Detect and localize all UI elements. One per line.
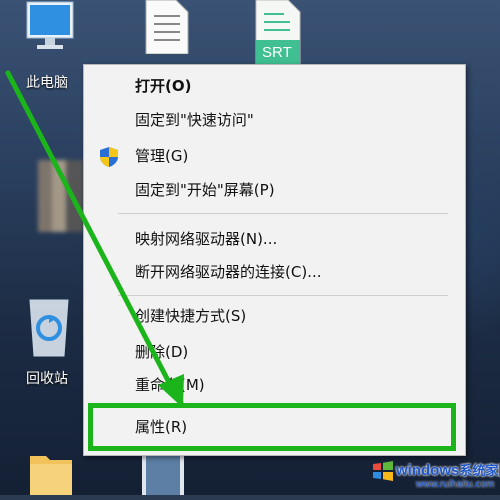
desktop-icon-image-file[interactable] (140, 452, 186, 495)
menu-separator (118, 295, 448, 296)
uac-shield-icon (100, 147, 118, 167)
menu-item-delete[interactable]: 删除(D) (84, 337, 465, 367)
menu-item-label: 管理(G) (135, 147, 189, 165)
watermark-url: www.ruihaitu.com (416, 479, 495, 490)
this-pc-label: 此电脑 (26, 75, 68, 91)
menu-item-open[interactable]: 打开(O) (84, 71, 465, 101)
menu-item-label: 删除(D) (135, 343, 189, 361)
desktop-icon-document[interactable] (142, 0, 190, 55)
folder-icon (30, 456, 72, 495)
menu-item-disconnect-network-drive[interactable]: 断开网络驱动器的连接(C)... (84, 257, 465, 287)
menu-item-pin-quick-access[interactable]: 固定到"快速访问" (84, 105, 465, 135)
blurred-desktop-icon (38, 160, 84, 232)
desktop-icon-this-pc[interactable]: 此电脑 (10, 0, 88, 91)
menu-item-rename[interactable]: 重命名(M) (84, 370, 465, 400)
menu-item-pin-start[interactable]: 固定到"开始"屏幕(P) (84, 175, 465, 205)
properties-highlight-box (88, 403, 456, 451)
watermark-brand: windows (396, 462, 460, 479)
menu-item-label: 重命名(M) (135, 376, 205, 394)
desktop-icon-folder[interactable] (28, 448, 74, 495)
menu-item-map-network-drive[interactable]: 映射网络驱动器(N)... (84, 224, 465, 254)
recycle-bin-label: 回收站 (26, 371, 68, 387)
srt-label: SRT (262, 44, 292, 61)
image-file-icon (142, 452, 184, 495)
menu-item-label: 打开(O) (135, 77, 192, 95)
monitor-icon (26, 1, 74, 49)
site-watermark: windows系统家园 www.ruihaitu.com (372, 452, 500, 495)
document-icon (145, 0, 189, 55)
windows-logo-icon (373, 461, 393, 481)
menu-item-manage[interactable]: 管理(G) (84, 141, 465, 171)
menu-item-label: 固定到"开始"屏幕(P) (135, 181, 275, 199)
watermark-suffix: 系统家园 (459, 463, 500, 478)
desktop-icon-srt[interactable]: SRT (250, 0, 302, 65)
menu-separator (118, 213, 448, 214)
desktop-icon-recycle-bin[interactable]: 回收站 (10, 290, 88, 387)
menu-item-label: 断开网络驱动器的连接(C)... (135, 263, 322, 281)
menu-item-label: 映射网络驱动器(N)... (135, 230, 278, 248)
menu-item-create-shortcut[interactable]: 创建快捷方式(S) (84, 301, 465, 331)
watermark-title: windows系统家园 (396, 460, 500, 479)
menu-item-label: 固定到"快速访问" (135, 111, 254, 129)
context-menu: 打开(O) 固定到"快速访问" 管理(G) 固定到"开始"屏幕(P) 映射网络驱… (83, 64, 466, 456)
recycle-bin-icon (29, 299, 69, 357)
menu-item-label: 创建快捷方式(S) (135, 307, 247, 325)
